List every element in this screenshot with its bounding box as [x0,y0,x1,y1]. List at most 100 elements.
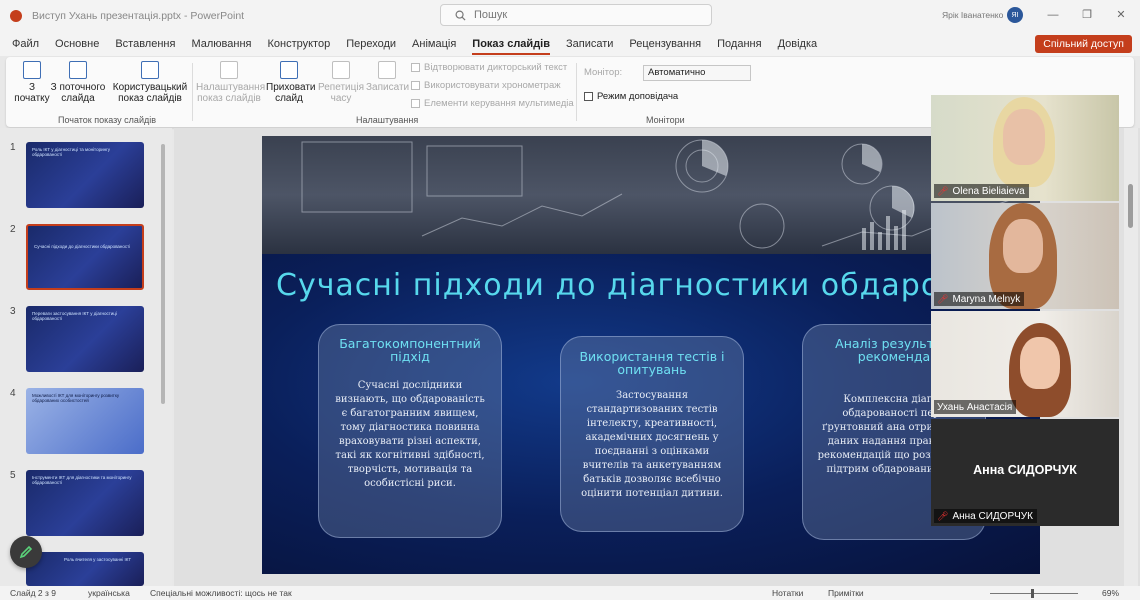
thumbnail-title: Сучасні підходи до діагностики обдарован… [34,244,131,249]
play-narrations-checkbox[interactable]: Відтворювати дикторський текст [411,62,567,73]
video-tile[interactable]: Анна СИДОРЧУК 🎤︎ Анна СИДОРЧУК [931,419,1119,526]
record-label: Записати [366,82,410,93]
setup-show-button[interactable]: Налаштування показ слайдів [196,61,265,104]
user-name: Ярік Іванатенко [942,10,1004,20]
checkbox-box [584,92,593,101]
presenter-view-label: Режим доповідача [597,91,679,102]
participant-name: Maryna Melnyk [952,293,1021,305]
thumbnail-title: Можливості ІКТ для моніторингу розвитку … [32,393,120,403]
thumbnail-title: Інструменти ІКТ для діагностики та моніт… [32,475,132,485]
presenter-view-checkbox[interactable]: Режим доповідача [584,91,678,102]
editor-scrollbar[interactable] [1124,128,1138,586]
thumbnail-title: Роль ІКТ у діагностиці та моніторингу об… [32,147,110,157]
zoom-slider[interactable] [990,593,1078,594]
tab-review[interactable]: Рецензування [629,34,701,54]
use-timings-label: Використовувати хронометраж [424,80,561,91]
person-face [1003,219,1043,273]
slide-thumbnail-pane: 1 Роль ІКТ у діагностиці та моніторингу … [0,128,172,586]
scrollbar-thumb[interactable] [161,144,165,404]
thumbnail-title: Роль вчителя у застосуванні ІКТ [64,557,132,562]
info-card[interactable]: Багатокомпонентний підхід Сучасні дослід… [318,324,502,538]
participant-name-tag: Ухань Анастасія [934,400,1017,414]
pen-tool-button[interactable] [10,536,42,568]
info-card[interactable]: Використання тестів і опитувань Застосув… [560,336,744,532]
language-indicator[interactable]: українська [88,588,130,598]
participant-name-tag: 🎤︎ Анна СИДОРЧУК [934,509,1037,523]
avatar[interactable]: ЯІ [1007,7,1023,23]
person-face [1003,109,1045,165]
slide-title[interactable]: Сучасні підходи до діагностики обдаров [276,268,959,303]
current-slide-icon [69,61,87,79]
separator [192,63,193,121]
checkbox-box [411,99,420,108]
restore-icon[interactable]: ❐ [1080,8,1094,22]
participant-name-tag: 🎤︎ Olena Bieliaieva [934,184,1029,198]
monitor-select-value: Автоматично [648,67,706,78]
notes-button[interactable]: Нотатки [772,588,803,598]
participant-name: Анна СИДОРЧУК [952,510,1033,522]
tab-draw[interactable]: Малювання [191,34,251,54]
ribbon-tabs: Файл Основне Вставлення Малювання Констр… [0,32,1140,56]
accessibility-status[interactable]: Спеціальні можливості: щось не так [150,588,292,598]
custom-show-button[interactable]: Користувацький показ слайдів [110,61,190,104]
current-slide[interactable]: Сучасні підходи до діагностики обдаров Б… [262,136,1040,574]
stopwatch-icon [332,61,350,79]
tab-help[interactable]: Довідка [778,34,818,54]
card-text: Сучасні дослідники визнають, що обдарова… [335,380,485,489]
thumbnail-title: Переваги застосування ІКТ у діагностиці … [32,311,117,321]
thumbnail-scrollbar[interactable] [160,138,166,578]
zoom-level[interactable]: 69% [1102,588,1119,598]
rehearse-timings-button[interactable]: Репетиція часу [318,61,364,104]
status-bar: Слайд 2 з 9 українська Спеціальні можлив… [0,586,1140,600]
custom-show-label: Користувацький показ слайдів [112,82,188,104]
record-icon [378,61,396,79]
slide-thumbnail-1[interactable]: Роль ІКТ у діагностиці та моніторингу об… [26,142,144,208]
tab-file[interactable]: Файл [12,34,39,54]
share-button[interactable]: Спільний доступ [1035,35,1132,53]
group-label-start: Початок показу слайдів [58,115,156,125]
slide-counter: Слайд 2 з 9 [10,588,56,598]
tab-design[interactable]: Конструктор [267,34,330,54]
video-tile[interactable]: Ухань Анастасія [931,311,1119,417]
search-placeholder: Пошук [474,9,508,21]
zoom-slider-handle[interactable] [1031,589,1034,598]
slide-thumbnail-5[interactable]: Інструменти ІКТ для діагностики та моніт… [26,470,144,536]
tab-home[interactable]: Основне [55,34,99,54]
tab-transitions[interactable]: Переходи [346,34,396,54]
card-heading: Багатокомпонентний підхід [339,336,481,364]
search-icon [455,10,466,21]
hide-slide-button[interactable]: Приховати слайд [266,61,316,104]
from-current-button[interactable]: З поточного слайда [50,61,106,104]
slide-thumbnail-2[interactable]: Сучасні підходи до діагностики обдарован… [26,224,144,290]
tab-insert[interactable]: Вставлення [115,34,175,54]
from-current-label: З поточного слайда [50,82,106,104]
participant-name-tag: 🎤︎ Maryna Melnyk [934,292,1025,306]
monitor-select[interactable]: Автоматично [643,65,751,81]
minimize-icon[interactable]: — [1046,8,1060,22]
card-heading: Використання тестів і опитувань [579,349,725,377]
comments-button[interactable]: Примітки [828,588,864,598]
card-text: Застосування стандартизованих тестів інт… [581,390,723,499]
media-controls-checkbox[interactable]: Елементи керування мультимедіа [411,98,574,109]
scrollbar-thumb[interactable] [1128,184,1133,228]
mic-muted-icon: 🎤︎ [937,510,949,521]
use-timings-checkbox[interactable]: Використовувати хронометраж [411,80,561,91]
from-beginning-button[interactable]: З початку [12,61,52,104]
group-label-monitors: Монітори [646,115,685,125]
close-icon[interactable]: ✕ [1114,8,1128,22]
slide-thumbnail-6[interactable]: Роль вчителя у застосуванні ІКТ [26,552,144,586]
video-tile[interactable]: 🎤︎ Maryna Melnyk [931,203,1119,309]
group-label-setup: Налаштування [356,115,419,125]
tab-view[interactable]: Подання [717,34,761,54]
record-button[interactable]: Записати [366,61,410,93]
video-tile[interactable]: 🎤︎ Olena Bieliaieva [931,95,1119,201]
search-input[interactable]: Пошук [440,4,712,26]
separator [576,63,577,121]
slide-thumbnail-3[interactable]: Переваги застосування ІКТ у діагностиці … [26,306,144,372]
rehearse-label: Репетиція часу [318,82,364,104]
tab-animations[interactable]: Анімація [412,34,456,54]
slide-thumbnail-4[interactable]: Можливості ІКТ для моніторингу розвитку … [26,388,144,454]
tab-slideshow[interactable]: Показ слайдів [472,34,550,55]
mic-muted-icon: 🎤︎ [937,293,949,304]
tab-record[interactable]: Записати [566,34,613,54]
